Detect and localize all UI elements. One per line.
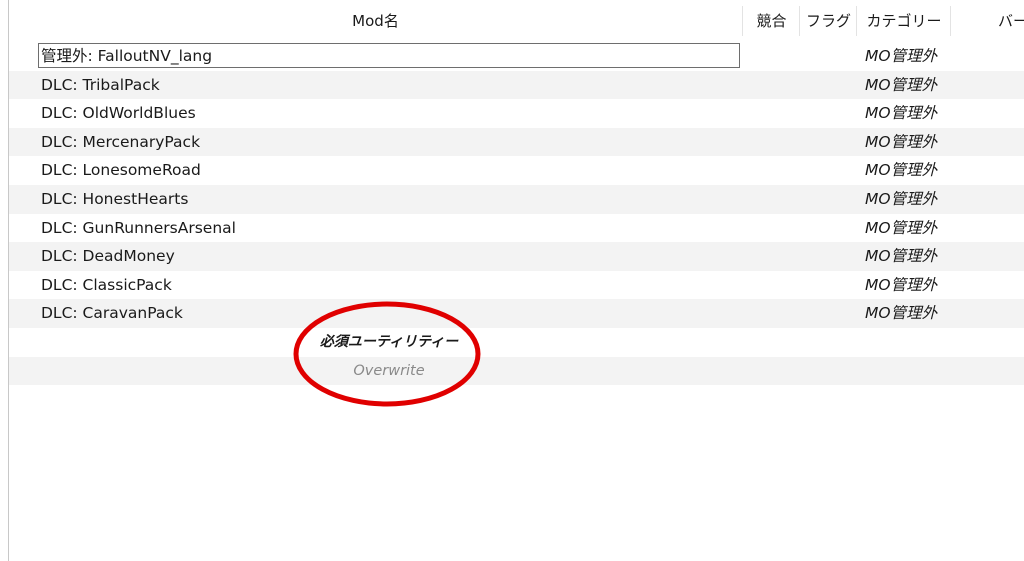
column-header-category[interactable]: カテゴリー — [856, 6, 951, 36]
mod-row[interactable]: 管理外: FalloutNV_lang MO管理外 — [9, 42, 1024, 71]
column-header-conflicts[interactable]: 競合 — [742, 6, 800, 36]
mod-list-header: Mod名 競合 フラグ カテゴリー バー — [9, 0, 1024, 42]
mod-name: DLC: CaravanPack — [41, 304, 183, 323]
mod-row[interactable]: DLC: MercenaryPack MO管理外 — [9, 127, 1024, 157]
mod-name: DLC: DeadMoney — [41, 247, 175, 266]
column-header-flags[interactable]: フラグ — [799, 6, 857, 36]
mod-category: MO管理外 — [865, 104, 938, 123]
mod-list: 管理外: FalloutNV_lang MO管理外 DLC: TribalPac… — [9, 42, 1024, 386]
mod-name: DLC: TribalPack — [41, 75, 160, 94]
mod-category: MO管理外 — [865, 47, 938, 65]
mod-category: MO管理外 — [865, 304, 938, 323]
column-header-version[interactable]: バー — [950, 6, 1024, 36]
mod-name: DLC: MercenaryPack — [41, 132, 201, 151]
mod-row[interactable]: DLC: TribalPack MO管理外 — [9, 70, 1024, 100]
mod-category: MO管理外 — [865, 75, 938, 94]
mod-category: MO管理外 — [865, 247, 938, 266]
mod-row[interactable]: DLC: ClassicPack MO管理外 — [9, 271, 1024, 300]
mod-name: DLC: HonestHearts — [41, 189, 189, 208]
mod-category: MO管理外 — [865, 189, 938, 208]
mod-name: DLC: LonesomeRoad — [41, 161, 201, 180]
separator-row[interactable]: 必須ユーティリティー — [9, 328, 1024, 357]
mod-row[interactable]: DLC: DeadMoney MO管理外 — [9, 242, 1024, 271]
mod-category: MO管理外 — [865, 275, 938, 294]
mod-category: MO管理外 — [865, 161, 938, 180]
mod-row[interactable]: DLC: OldWorldBlues MO管理外 — [9, 99, 1024, 128]
overwrite-row[interactable]: Overwrite — [9, 356, 1024, 386]
mod-name: DLC: ClassicPack — [41, 275, 172, 294]
mod-name: 管理外: FalloutNV_lang — [41, 47, 213, 65]
mod-row[interactable]: DLC: LonesomeRoad MO管理外 — [9, 156, 1024, 185]
column-header-mod-name[interactable]: Mod名 — [9, 6, 742, 36]
mod-row[interactable]: DLC: CaravanPack MO管理外 — [9, 299, 1024, 328]
mod-row[interactable]: DLC: GunRunnersArsenal MO管理外 — [9, 214, 1024, 243]
mod-row[interactable]: DLC: HonestHearts MO管理外 — [9, 184, 1024, 214]
red-annotation-circle — [293, 301, 481, 407]
mod-list-window: Mod名 競合 フラグ カテゴリー バー 管理外: FalloutNV_lang… — [0, 0, 1024, 561]
mod-category: MO管理外 — [865, 218, 938, 237]
mod-category: MO管理外 — [865, 132, 938, 151]
mod-name: DLC: GunRunnersArsenal — [41, 218, 236, 237]
mod-name: DLC: OldWorldBlues — [41, 104, 196, 123]
